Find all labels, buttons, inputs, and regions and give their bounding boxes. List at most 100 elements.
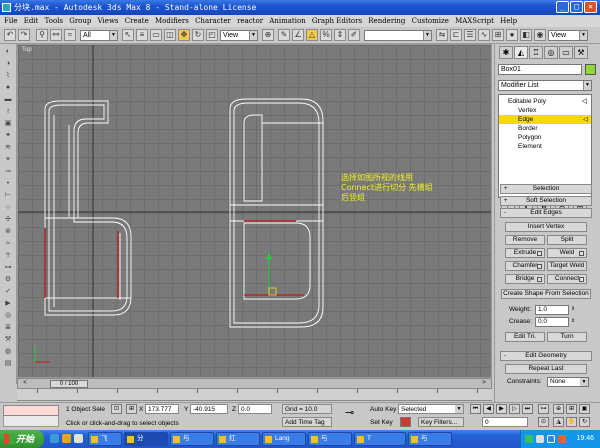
edit-named-sel-icon[interactable]: ✐: [348, 29, 360, 41]
reactor-rope-icon[interactable]: ⌇: [2, 72, 14, 80]
modifier-list-dropdown[interactable]: Modifier List ▼: [498, 80, 592, 91]
time-slider-thumb[interactable]: 0 / 100: [50, 380, 88, 388]
set-key-indicator-icon[interactable]: [400, 417, 411, 427]
auto-key-button[interactable]: Auto Key: [370, 405, 396, 414]
select-by-name-icon[interactable]: ≡: [136, 29, 148, 41]
bridge-settings-icon[interactable]: [537, 277, 542, 282]
window-crossing-icon[interactable]: ◫: [164, 29, 176, 41]
unlink-icon[interactable]: ⚯: [50, 29, 62, 41]
stack-item-polygon[interactable]: Polygon: [499, 133, 591, 142]
angle-snap-icon[interactable]: △: [306, 29, 318, 41]
connect-settings-icon[interactable]: [579, 277, 584, 282]
menu-file[interactable]: File: [4, 17, 17, 25]
reactor-analyze-icon[interactable]: ✓: [2, 288, 14, 296]
reactor-ragdoll-icon[interactable]: ☥: [2, 252, 14, 260]
reactor-motor-icon[interactable]: ⊛: [2, 228, 14, 236]
modify-tab-icon[interactable]: ◭: [514, 46, 528, 59]
reactor-constraint-icon[interactable]: ⚭: [2, 156, 14, 164]
taskbar-item[interactable]: 分: [124, 432, 168, 446]
reactor-softbody-icon[interactable]: ●: [2, 84, 14, 92]
lock-selection-icon[interactable]: ⊡: [111, 404, 122, 414]
reactor-water-icon[interactable]: ≋: [2, 144, 14, 152]
reactor-properties-icon[interactable]: ≣: [2, 324, 14, 332]
reactor-carwheel-icon[interactable]: ○: [2, 204, 14, 212]
turn-button[interactable]: Turn: [547, 332, 587, 342]
next-frame-icon[interactable]: ▷: [509, 404, 520, 414]
render-scene-icon[interactable]: ◧: [520, 29, 532, 41]
reactor-display-icon[interactable]: ▤: [2, 360, 14, 368]
chamfer-button[interactable]: Chamfer: [505, 261, 545, 271]
layer-manager-icon[interactable]: ☰: [464, 29, 476, 41]
named-selection-dropdown[interactable]: ▼: [364, 30, 432, 41]
mirror-icon[interactable]: ⇋: [436, 29, 448, 41]
absolute-mode-icon[interactable]: ⊞: [126, 404, 137, 414]
reactor-utility-icon[interactable]: ⚒: [2, 336, 14, 344]
select-scale-icon[interactable]: ◰: [206, 29, 218, 41]
stack-item-edge[interactable]: Edge ◁: [499, 115, 591, 124]
curve-editor-icon[interactable]: ∿: [478, 29, 490, 41]
close-button[interactable]: ×: [584, 1, 597, 13]
create-tab-icon[interactable]: ✱: [499, 46, 513, 59]
maxscript-mini-listener[interactable]: [3, 405, 59, 416]
select-object-icon[interactable]: ↖: [122, 29, 134, 41]
split-button[interactable]: Split: [547, 235, 587, 245]
reactor-dashpot-icon[interactable]: ⊶: [2, 264, 14, 272]
reactor-fracture-icon[interactable]: ✦: [2, 132, 14, 140]
time-slider[interactable]: < 0 / 100 >: [17, 378, 492, 389]
stack-item-border[interactable]: Border: [499, 124, 591, 133]
add-time-tag-button[interactable]: Add Time Tag: [282, 417, 332, 427]
taskbar-item[interactable]: T: [354, 432, 406, 446]
antivirus-icon[interactable]: [558, 435, 566, 443]
reactor-point-icon[interactable]: •: [2, 180, 14, 188]
arc-rotate-icon[interactable]: ↻: [579, 417, 590, 427]
weld-button[interactable]: Weld: [547, 248, 587, 258]
soft-selection-rollout[interactable]: + Soft Selection: [500, 196, 592, 206]
menu-tools[interactable]: Tools: [45, 17, 63, 25]
reactor-toy-car-icon[interactable]: ▣: [2, 120, 14, 128]
pan-icon[interactable]: ✋: [566, 417, 577, 427]
x-coordinate-field[interactable]: 173.777: [145, 404, 179, 414]
extrude-button[interactable]: Extrude: [505, 248, 545, 258]
taskbar-item[interactable]: Lang: [262, 432, 306, 446]
ime-icon[interactable]: [547, 435, 555, 443]
insert-vertex-button[interactable]: Insert Vertex: [505, 222, 587, 232]
menu-customize[interactable]: Customize: [412, 17, 449, 25]
select-move-icon[interactable]: ✥: [178, 29, 190, 41]
reactor-world-icon[interactable]: ◍: [2, 348, 14, 356]
reactor-spring-icon[interactable]: ≀: [2, 108, 14, 116]
reactor-hinge-icon[interactable]: ⊸: [2, 168, 14, 176]
go-to-end-icon[interactable]: ⏭: [522, 404, 533, 414]
spinner-snap-icon[interactable]: ⇕: [334, 29, 346, 41]
crease-field[interactable]: 0.0: [535, 317, 569, 327]
modifier-stack[interactable]: Editable Poly Vertex Edge ◁ Border Polygo…: [498, 94, 592, 198]
menu-views[interactable]: Views: [98, 17, 119, 25]
snaps-toggle-icon[interactable]: ∠: [292, 29, 304, 41]
reactor-icon[interactable]: ◐: [2, 48, 14, 56]
reactor-cloth-icon[interactable]: ◑: [2, 60, 14, 68]
start-button[interactable]: 开始: [0, 430, 44, 448]
menu-create[interactable]: Create: [125, 17, 149, 25]
reactor-preview-icon[interactable]: ▶: [2, 300, 14, 308]
top-viewport[interactable]: Top 选择如图所视的线用 Connect进行切分 先横组 后竖组: [17, 44, 492, 378]
taskbar-item[interactable]: 红: [216, 432, 260, 446]
reactor-fan-icon[interactable]: ✢: [2, 216, 14, 224]
go-to-start-icon[interactable]: ⏮: [470, 404, 481, 414]
y-coordinate-field[interactable]: -40.915: [190, 404, 228, 414]
reactor-plane-icon[interactable]: ▬: [2, 96, 14, 104]
time-config-icon[interactable]: ⊙: [538, 417, 549, 427]
menu-help[interactable]: Help: [500, 17, 517, 25]
target-weld-button[interactable]: Target Weld: [547, 261, 587, 271]
edit-geometry-rollout[interactable]: - Edit Geometry: [500, 351, 592, 361]
quick-render-icon[interactable]: ◉: [534, 29, 546, 41]
edit-tri-button[interactable]: Edit Tri.: [505, 332, 545, 342]
bridge-button[interactable]: Bridge: [505, 274, 545, 284]
time-next-button[interactable]: >: [478, 379, 490, 388]
pivot-center-icon[interactable]: ⊕: [262, 29, 274, 41]
selection-filter-dropdown[interactable]: All ▼: [80, 30, 118, 41]
zoom-all-icon[interactable]: ⊞: [566, 404, 577, 414]
z-coordinate-field[interactable]: 0.0: [238, 404, 272, 414]
constraints-dropdown[interactable]: None ▼: [547, 377, 589, 387]
manipulate-icon[interactable]: ✎: [278, 29, 290, 41]
display-tab-icon[interactable]: ▭: [559, 46, 573, 59]
menu-rendering[interactable]: Rendering: [368, 17, 405, 25]
